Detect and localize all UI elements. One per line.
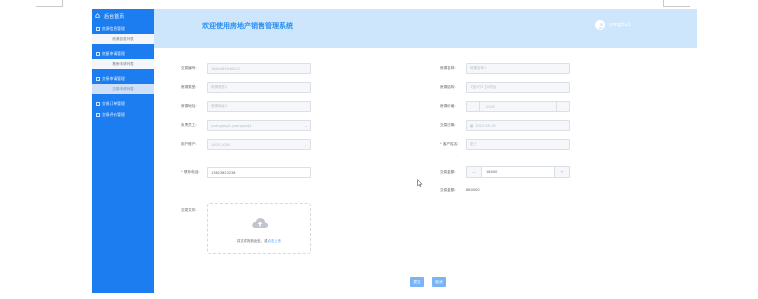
order-no-field[interactable]: 1684485846022 bbox=[207, 63, 311, 74]
chevron-down-icon: ⌄ bbox=[304, 143, 307, 147]
upload-hint: 将文件拖到此处，或点击上传 bbox=[208, 238, 310, 243]
trade-date-field[interactable]: ▦ 2023-05-19 bbox=[466, 120, 570, 131]
salesman-select[interactable]: yuangong1-yuangong1 ⌄ bbox=[207, 120, 311, 131]
house-address-label: 房源地址: bbox=[181, 104, 197, 108]
house-price-value: 2000 bbox=[486, 104, 495, 109]
page-title: 欢迎使用房地产销售管理系统 bbox=[202, 22, 293, 30]
menu-square-icon bbox=[96, 76, 100, 81]
user-name-label-text: 客户姓名: bbox=[442, 142, 459, 146]
trade-total-label: 交易金额: bbox=[440, 188, 456, 192]
house-layout-field[interactable]: 1室1厅1卫0阳台 bbox=[466, 82, 570, 93]
field-hint: : bbox=[457, 154, 459, 158]
house-address-field[interactable]: 房源地址1 bbox=[207, 101, 311, 112]
required-mark: * bbox=[181, 170, 183, 174]
deal-amount-stepper[interactable]: — 18000 + bbox=[466, 166, 570, 178]
avatar[interactable] bbox=[595, 20, 605, 30]
sidebar-item-viewing-list[interactable]: 看房申请列表 bbox=[92, 59, 154, 69]
salesman-label: 负责员工: bbox=[181, 123, 197, 127]
mouse-cursor-icon bbox=[417, 179, 423, 187]
menu-square-icon bbox=[96, 101, 100, 106]
house-type-field[interactable]: 房源类型1 bbox=[207, 82, 311, 93]
sidebar-home-label: 后台首页 bbox=[104, 13, 125, 20]
sidebar-group-label: 交易订单管理 bbox=[102, 100, 125, 106]
top-header: 欢迎使用房地产销售管理系统 yonghu1 bbox=[154, 9, 697, 48]
sidebar-item-house-list[interactable]: 房源信息列表 bbox=[92, 34, 154, 44]
user-name-label: * 客户姓名: bbox=[440, 142, 459, 147]
user-account-select[interactable]: 1000-1000 ⌄ bbox=[207, 139, 311, 150]
required-mark: * bbox=[440, 142, 442, 146]
upload-dropzone[interactable]: 将文件拖到此处，或点击上传 bbox=[207, 203, 311, 254]
salesman-value: yuangong1-yuangong1 bbox=[211, 123, 252, 128]
menu-square-icon bbox=[96, 112, 100, 117]
user-account-value: 1000-1000 bbox=[211, 142, 231, 147]
window-corner-right bbox=[663, 0, 690, 7]
plus-button[interactable]: + bbox=[554, 167, 569, 177]
house-price-minus bbox=[467, 102, 480, 111]
house-price-plus bbox=[556, 102, 569, 111]
sidebar-group-trade-reviews[interactable]: 交易评价管理 bbox=[92, 109, 154, 120]
menu-square-icon bbox=[96, 26, 100, 31]
trade-date-value: 2023-05-19 bbox=[475, 123, 496, 128]
deal-amount-label: 交易金额: bbox=[440, 170, 456, 174]
house-type-label: 房源类型: bbox=[181, 85, 197, 89]
contact-phone-label-text: 联系电话: bbox=[183, 170, 200, 174]
house-price-stepper[interactable]: 2000 bbox=[466, 101, 570, 112]
contact-phone-label: * 联系电话: bbox=[181, 170, 200, 175]
field-hint: : bbox=[199, 182, 201, 186]
trade-file-label: 交易文件: bbox=[181, 208, 197, 212]
username[interactable]: yonghu1 bbox=[609, 22, 631, 28]
house-name-label: 房源名称: bbox=[440, 66, 456, 70]
sidebar-group-trade-apply[interactable]: 交易申请管理 bbox=[92, 73, 154, 84]
home-icon: ⌂ bbox=[95, 11, 101, 20]
house-name-field[interactable]: 房源名称1 bbox=[466, 63, 570, 74]
calendar-icon: ▦ bbox=[470, 123, 474, 128]
chevron-down-icon: ⌄ bbox=[304, 124, 307, 128]
menu-square-icon bbox=[96, 51, 100, 56]
sidebar-group-label: 房源信息管理 bbox=[102, 25, 125, 31]
sidebar-home[interactable]: ⌂ 后台首页 bbox=[92, 9, 154, 23]
trade-total-value: 880000 bbox=[466, 188, 480, 192]
house-price-label: 房源价格: bbox=[440, 104, 456, 108]
sidebar-group-house-info[interactable]: 房源信息管理 bbox=[92, 23, 154, 34]
submit-button[interactable]: 提交 bbox=[410, 277, 424, 287]
sidebar-item-trade-apply-list[interactable]: 交易申请列表 bbox=[92, 84, 154, 94]
sidebar-group-label: 房屋申请管理 bbox=[102, 50, 125, 56]
cancel-button[interactable]: 取消 bbox=[432, 277, 446, 287]
trade-date-label: 交易日期: bbox=[440, 123, 456, 127]
deal-amount-value: 18000 bbox=[486, 170, 498, 174]
sidebar-group-trade-orders[interactable]: 交易订单管理 bbox=[92, 98, 154, 109]
order-no-label: 交易编号: bbox=[181, 66, 197, 70]
sidebar-group-viewing-apply[interactable]: 房屋申请管理 bbox=[92, 48, 154, 59]
upload-hint-text: 将文件拖到此处，或 bbox=[236, 239, 268, 243]
user-name-field[interactable]: 张三 bbox=[466, 139, 570, 150]
upload-click-link[interactable]: 点击上传 bbox=[267, 239, 281, 243]
sidebar: ⌂ 后台首页 房源信息管理 房源信息列表 房屋申请管理 看房申请列表 交易申请管… bbox=[92, 9, 154, 293]
window-corner-left bbox=[36, 0, 63, 7]
sidebar-group-label: 交易评价管理 bbox=[102, 111, 125, 117]
house-layout-label: 房源结构: bbox=[440, 85, 456, 89]
user-account-label: 用户账户: bbox=[181, 142, 197, 146]
minus-button[interactable]: — bbox=[467, 167, 482, 177]
contact-phone-field[interactable]: 13823823238 bbox=[207, 167, 311, 178]
sidebar-group-label: 交易申请管理 bbox=[102, 75, 125, 81]
cloud-upload-icon bbox=[252, 218, 269, 228]
